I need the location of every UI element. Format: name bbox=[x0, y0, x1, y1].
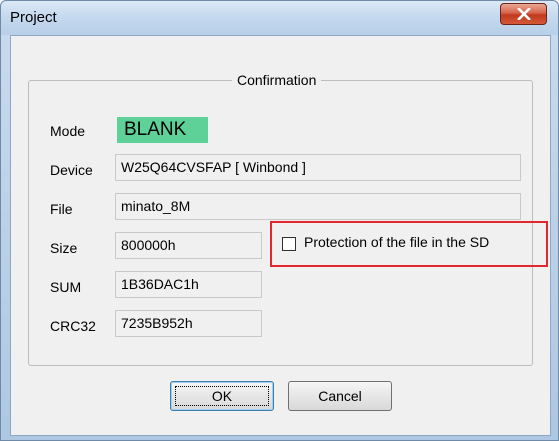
ok-focus-rect bbox=[175, 386, 269, 406]
mode-status-badge: BLANK bbox=[117, 117, 208, 143]
mode-label: Mode bbox=[50, 123, 86, 139]
device-label: Device bbox=[50, 162, 93, 178]
size-label: Size bbox=[50, 240, 78, 256]
close-button[interactable] bbox=[500, 3, 547, 25]
close-icon bbox=[516, 8, 531, 20]
confirmation-group-title: Confirmation bbox=[232, 72, 322, 88]
file-label: File bbox=[50, 201, 73, 217]
protection-checkbox[interactable] bbox=[282, 237, 296, 251]
cancel-button-label: Cancel bbox=[318, 388, 362, 404]
window-title: Project bbox=[10, 9, 57, 26]
crc32-field: 7235B952h bbox=[115, 310, 262, 337]
sum-label: SUM bbox=[50, 279, 82, 295]
sum-field: 1B36DAC1h bbox=[115, 271, 262, 298]
size-field: 800000h bbox=[115, 232, 262, 259]
ok-button[interactable]: OK bbox=[170, 381, 274, 411]
crc32-label: CRC32 bbox=[50, 318, 96, 334]
protection-checkbox-label[interactable]: Protection of the file in the SD bbox=[304, 234, 489, 251]
cancel-button[interactable]: Cancel bbox=[288, 381, 392, 411]
device-field: W25Q64CVSFAP [ Winbond ] bbox=[115, 154, 521, 181]
file-field: minato_8M bbox=[115, 193, 521, 220]
title-bar[interactable]: Project bbox=[1, 1, 558, 35]
